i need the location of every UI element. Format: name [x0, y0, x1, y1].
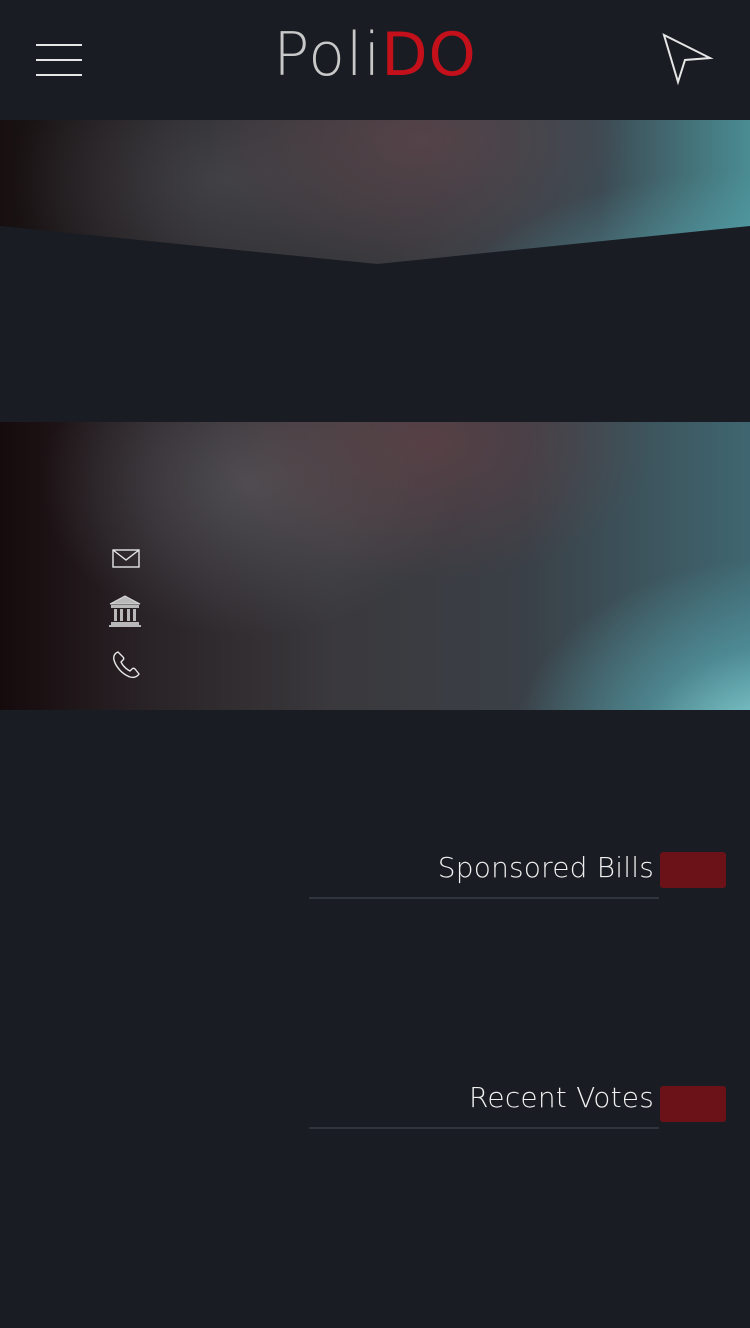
sponsored-bills-divider [309, 897, 659, 899]
contact-panel [0, 422, 750, 710]
recent-votes-badge[interactable] [660, 1086, 726, 1122]
recent-votes-heading: Recent Votes [469, 1081, 654, 1114]
logo-text-do: DO [381, 20, 477, 90]
location-button[interactable] [660, 32, 714, 86]
sponsored-bills-heading: Sponsored Bills [437, 851, 654, 884]
recent-votes-divider [309, 1127, 659, 1129]
phone-contact-button[interactable] [110, 648, 146, 684]
sponsored-bills-badge[interactable] [660, 852, 726, 888]
envelope-icon [112, 549, 140, 568]
hero-chevron-cutout [0, 226, 750, 270]
top-header: PoliDO [0, 0, 750, 120]
navigation-arrow-icon [662, 33, 714, 86]
office-contact-button[interactable] [106, 592, 142, 628]
hero-banner [0, 120, 750, 270]
email-contact-button[interactable] [110, 544, 146, 580]
logo-text-poli: Poli [273, 20, 382, 90]
app-logo[interactable]: PoliDO [0, 20, 750, 90]
capitol-building-icon [109, 595, 141, 627]
phone-icon [113, 651, 140, 679]
app-page: PoliDO Sponsored Bills Recent Votes [0, 0, 750, 1328]
